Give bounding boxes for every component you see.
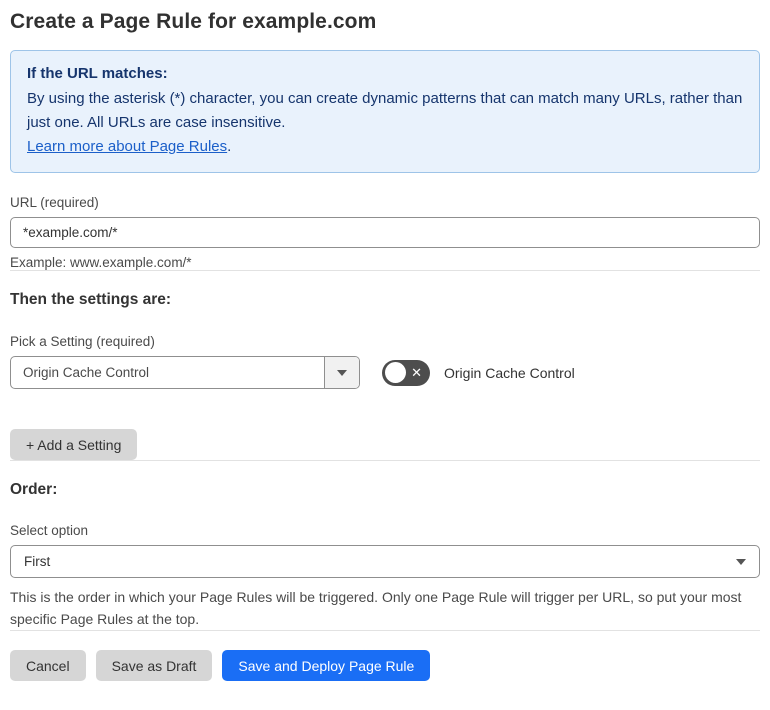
url-match-info-box: If the URL matches: By using the asteris… <box>10 50 760 173</box>
url-field-label: URL (required) <box>10 195 99 210</box>
toggle-label: Origin Cache Control <box>444 364 575 381</box>
chevron-down-icon <box>736 558 746 565</box>
info-box-link-line: Learn more about Page Rules. <box>27 135 743 159</box>
divider <box>10 460 760 461</box>
setting-row: Origin Cache Control ✕ Origin Cache Cont… <box>10 356 760 389</box>
learn-more-link[interactable]: Learn more about Page Rules <box>27 138 227 155</box>
setting-select-arrow-button[interactable] <box>324 357 359 388</box>
save-and-deploy-button[interactable]: Save and Deploy Page Rule <box>222 650 431 681</box>
info-box-body: By using the asterisk (*) character, you… <box>27 90 743 131</box>
divider <box>10 630 760 631</box>
toggle-wrap: ✕ Origin Cache Control <box>382 359 575 386</box>
save-as-draft-button[interactable]: Save as Draft <box>95 650 213 681</box>
settings-section-heading: Then the settings are: <box>10 291 172 308</box>
cancel-button[interactable]: Cancel <box>10 650 86 681</box>
order-select-value: First <box>24 554 51 569</box>
order-section-heading: Order: <box>10 481 58 498</box>
footer-actions: Cancel Save as Draft Save and Deploy Pag… <box>10 650 760 681</box>
order-helper-text: This is the order in which your Page Rul… <box>10 589 742 627</box>
setting-select-value: Origin Cache Control <box>23 365 150 380</box>
chevron-down-icon <box>337 369 347 376</box>
origin-cache-control-toggle[interactable]: ✕ <box>382 359 430 386</box>
info-box-heading: If the URL matches: <box>27 65 168 82</box>
toggle-knob <box>385 362 406 383</box>
add-setting-button[interactable]: + Add a Setting <box>10 429 138 460</box>
order-select[interactable]: First <box>10 545 760 578</box>
divider <box>10 270 760 271</box>
url-example-helper: Example: www.example.com/* <box>10 255 192 270</box>
toggle-off-x-icon: ✕ <box>411 365 422 380</box>
url-input[interactable] <box>10 217 760 248</box>
page-rule-form: Create a Page Rule for example.com If th… <box>0 0 770 681</box>
page-title: Create a Page Rule for example.com <box>10 10 377 33</box>
order-select-label: Select option <box>10 523 89 538</box>
link-suffix: . <box>227 138 232 155</box>
pick-setting-label: Pick a Setting (required) <box>10 334 155 349</box>
setting-select[interactable]: Origin Cache Control <box>10 356 360 389</box>
